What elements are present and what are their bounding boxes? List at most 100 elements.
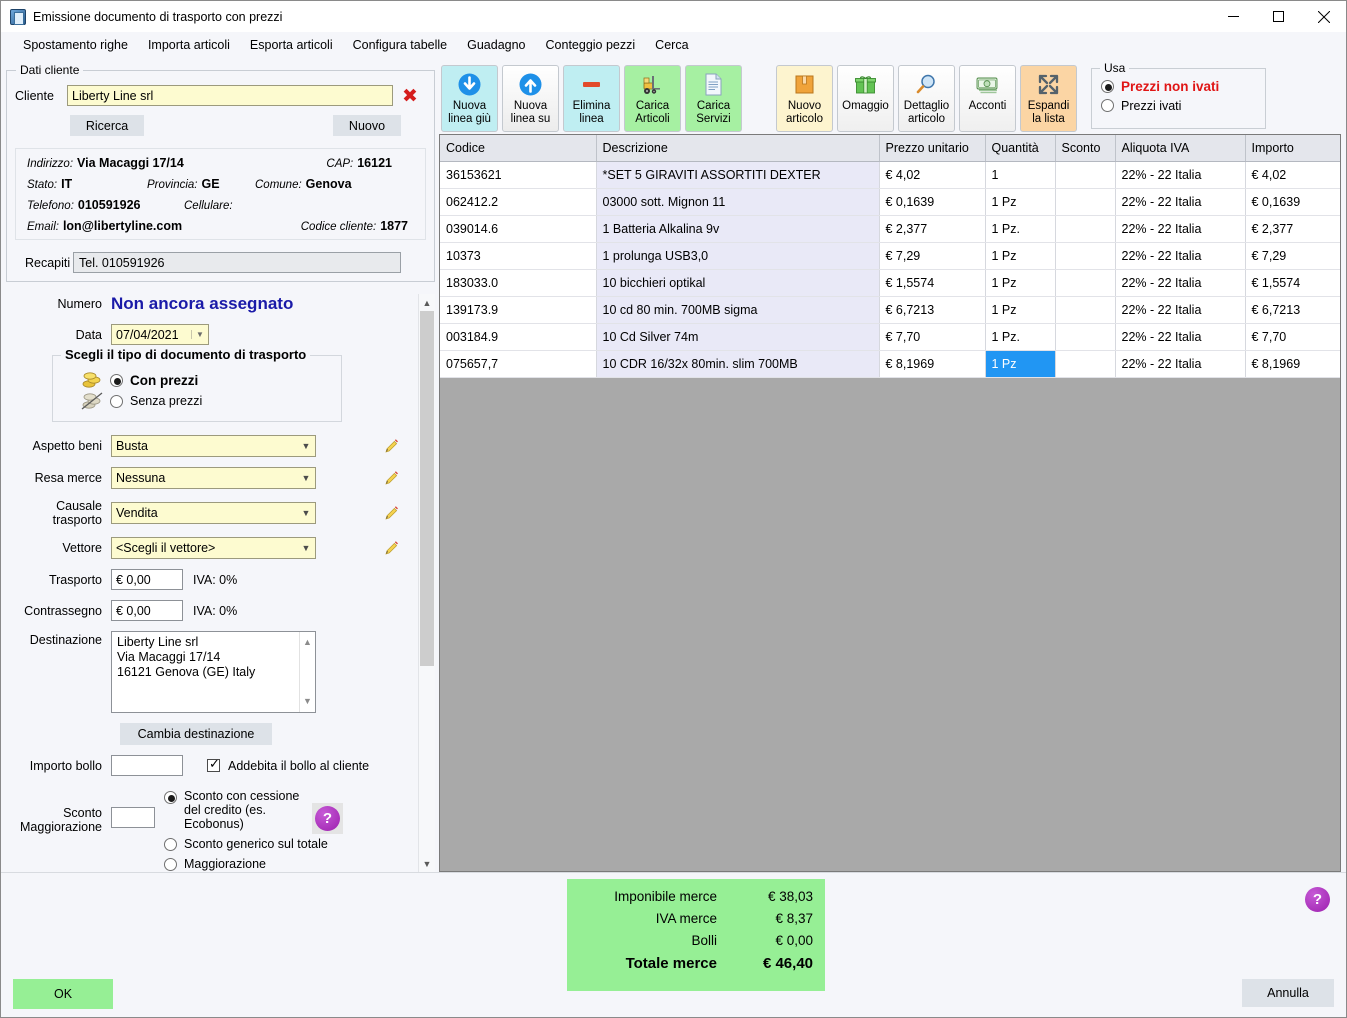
edit-pencil-icon[interactable] xyxy=(384,438,400,454)
cell-importo[interactable]: € 7,70 xyxy=(1245,323,1341,350)
cell-codice[interactable]: 075657,7 xyxy=(440,350,596,377)
help-icon[interactable]: ? xyxy=(1305,887,1330,912)
causale-trasporto-select[interactable]: Vendita ▼ xyxy=(111,502,316,524)
cell-quantita[interactable]: 1 Pz. xyxy=(985,323,1055,350)
cell-codice[interactable]: 183033.0 xyxy=(440,269,596,296)
column-header-quantita[interactable]: Quantità xyxy=(985,135,1055,161)
usa-option-prezzi-ivati[interactable]: Prezzi ivati xyxy=(1101,99,1265,113)
column-header-codice[interactable]: Codice xyxy=(440,135,596,161)
menu-item-guadagno[interactable]: Guadagno xyxy=(457,35,535,55)
sconto-help-button[interactable]: ? xyxy=(312,803,343,834)
annulla-button[interactable]: Annulla xyxy=(1242,979,1334,1007)
menu-item-cerca[interactable]: Cerca xyxy=(645,35,698,55)
edit-pencil-icon[interactable] xyxy=(384,540,400,556)
cell-importo[interactable]: € 8,1969 xyxy=(1245,350,1341,377)
sconto-option-cessione-credito[interactable]: Sconto con cessione del credito (es. Eco… xyxy=(164,789,300,831)
cell-codice[interactable]: 062412.2 xyxy=(440,188,596,215)
cell-codice[interactable]: 10373 xyxy=(440,242,596,269)
cell-codice[interactable]: 36153621 xyxy=(440,161,596,188)
cell-prezzo-unitario[interactable]: € 7,29 xyxy=(879,242,985,269)
cell-descrizione[interactable]: *SET 5 GIRAVITI ASSORTITI DEXTER xyxy=(596,161,879,188)
column-header-prezzo-unitario[interactable]: Prezzo unitario xyxy=(879,135,985,161)
cell-importo[interactable]: € 1,5574 xyxy=(1245,269,1341,296)
cell-aliquota-iva[interactable]: 22% - 22 Italia xyxy=(1115,242,1245,269)
acconti-button[interactable]: Acconti xyxy=(959,65,1016,132)
nuova-linea-su-button[interactable]: Nuova linea su xyxy=(502,65,559,132)
scroll-up-icon[interactable]: ▲ xyxy=(303,635,312,650)
table-row[interactable]: 183033.010 bicchieri optikal€ 1,55741 Pz… xyxy=(440,269,1341,296)
close-button[interactable] xyxy=(1301,1,1346,32)
maximize-button[interactable] xyxy=(1256,1,1301,32)
menu-item-conteggio-pezzi[interactable]: Conteggio pezzi xyxy=(536,35,646,55)
cell-quantita[interactable]: 1 Pz xyxy=(985,242,1055,269)
cell-aliquota-iva[interactable]: 22% - 22 Italia xyxy=(1115,296,1245,323)
radio-prezzi-ivati[interactable] xyxy=(1101,99,1114,112)
ricerca-button[interactable]: Ricerca xyxy=(70,115,144,136)
cell-sconto[interactable] xyxy=(1055,296,1115,323)
cell-sconto[interactable] xyxy=(1055,188,1115,215)
cell-codice[interactable]: 139173.9 xyxy=(440,296,596,323)
sconto-option-maggiorazione[interactable]: Maggiorazione xyxy=(164,857,300,871)
table-row[interactable]: 36153621*SET 5 GIRAVITI ASSORTITI DEXTER… xyxy=(440,161,1341,188)
recapiti-input[interactable] xyxy=(73,252,401,273)
cell-sconto[interactable] xyxy=(1055,215,1115,242)
clear-client-icon[interactable]: ✖ xyxy=(402,90,418,102)
cell-aliquota-iva[interactable]: 22% - 22 Italia xyxy=(1115,323,1245,350)
cell-prezzo-unitario[interactable]: € 6,7213 xyxy=(879,296,985,323)
cell-sconto[interactable] xyxy=(1055,242,1115,269)
scroll-down-icon[interactable]: ▼ xyxy=(303,694,312,709)
cell-prezzo-unitario[interactable]: € 7,70 xyxy=(879,323,985,350)
cell-quantita[interactable]: 1 Pz xyxy=(985,350,1055,377)
cell-importo[interactable]: € 7,29 xyxy=(1245,242,1341,269)
omaggio-button[interactable]: Omaggio xyxy=(837,65,894,132)
table-row[interactable]: 003184.910 Cd Silver 74m€ 7,701 Pz.22% -… xyxy=(440,323,1341,350)
cell-codice[interactable]: 003184.9 xyxy=(440,323,596,350)
destinazione-scrollbar[interactable]: ▲ ▼ xyxy=(299,632,315,712)
chevron-down-icon[interactable]: ▼ xyxy=(191,330,208,339)
nuova-linea-giu-button[interactable]: Nuova linea giù xyxy=(441,65,498,132)
cell-sconto[interactable] xyxy=(1055,269,1115,296)
scroll-up-arrow-icon[interactable]: ▲ xyxy=(419,294,435,311)
scroll-down-arrow-icon[interactable]: ▼ xyxy=(419,855,435,872)
cell-descrizione[interactable]: 1 prolunga USB3,0 xyxy=(596,242,879,269)
cell-importo[interactable]: € 2,377 xyxy=(1245,215,1341,242)
cell-descrizione[interactable]: 10 Cd Silver 74m xyxy=(596,323,879,350)
column-header-aliquota-iva[interactable]: Aliquota IVA xyxy=(1115,135,1245,161)
nuovo-cliente-button[interactable]: Nuovo xyxy=(333,115,401,136)
cell-importo[interactable]: € 6,7213 xyxy=(1245,296,1341,323)
importo-bollo-input[interactable] xyxy=(111,755,183,776)
cell-quantita[interactable]: 1 xyxy=(985,161,1055,188)
cell-importo[interactable]: € 0,1639 xyxy=(1245,188,1341,215)
radio-sconto-generico[interactable] xyxy=(164,838,177,851)
table-row[interactable]: 139173.910 cd 80 min. 700MB sigma€ 6,721… xyxy=(440,296,1341,323)
cell-aliquota-iva[interactable]: 22% - 22 Italia xyxy=(1115,188,1245,215)
ok-button[interactable]: OK xyxy=(13,979,113,1009)
menu-item-spostamento-righe[interactable]: Spostamento righe xyxy=(13,35,138,55)
cliente-input[interactable] xyxy=(67,85,393,106)
aspetto-beni-select[interactable]: Busta ▼ xyxy=(111,435,316,457)
resa-merce-select[interactable]: Nessuna ▼ xyxy=(111,467,316,489)
table-row[interactable]: 062412.203000 sott. Mignon 11€ 0,16391 P… xyxy=(440,188,1341,215)
addebita-bollo-checkbox[interactable] xyxy=(207,759,220,772)
grid-empty-area[interactable] xyxy=(440,378,1340,872)
carica-articoli-button[interactable]: Carica Articoli xyxy=(624,65,681,132)
dettaglio-articolo-button[interactable]: Dettaglio articolo xyxy=(898,65,955,132)
table-row[interactable]: 039014.61 Batteria Alkalina 9v€ 2,3771 P… xyxy=(440,215,1341,242)
carica-servizi-button[interactable]: Carica Servizi xyxy=(685,65,742,132)
cell-aliquota-iva[interactable]: 22% - 22 Italia xyxy=(1115,215,1245,242)
menu-item-esporta-articoli[interactable]: Esporta articoli xyxy=(240,35,343,55)
cell-quantita[interactable]: 1 Pz xyxy=(985,296,1055,323)
cell-sconto[interactable] xyxy=(1055,350,1115,377)
radio-senza-prezzi[interactable] xyxy=(110,395,123,408)
cell-sconto[interactable] xyxy=(1055,323,1115,350)
cell-prezzo-unitario[interactable]: € 1,5574 xyxy=(879,269,985,296)
cambia-destinazione-button[interactable]: Cambia destinazione xyxy=(120,723,272,745)
usa-option-prezzi-non-ivati[interactable]: Prezzi non ivati xyxy=(1101,79,1265,94)
radio-prezzi-non-ivati[interactable] xyxy=(1101,80,1114,93)
nuovo-articolo-button[interactable]: Nuovo articolo xyxy=(776,65,833,132)
radio-maggiorazione[interactable] xyxy=(164,858,177,871)
data-picker[interactable]: 07/04/2021 ▼ xyxy=(111,324,209,345)
cell-aliquota-iva[interactable]: 22% - 22 Italia xyxy=(1115,350,1245,377)
menu-item-importa-articoli[interactable]: Importa articoli xyxy=(138,35,240,55)
cell-sconto[interactable] xyxy=(1055,161,1115,188)
